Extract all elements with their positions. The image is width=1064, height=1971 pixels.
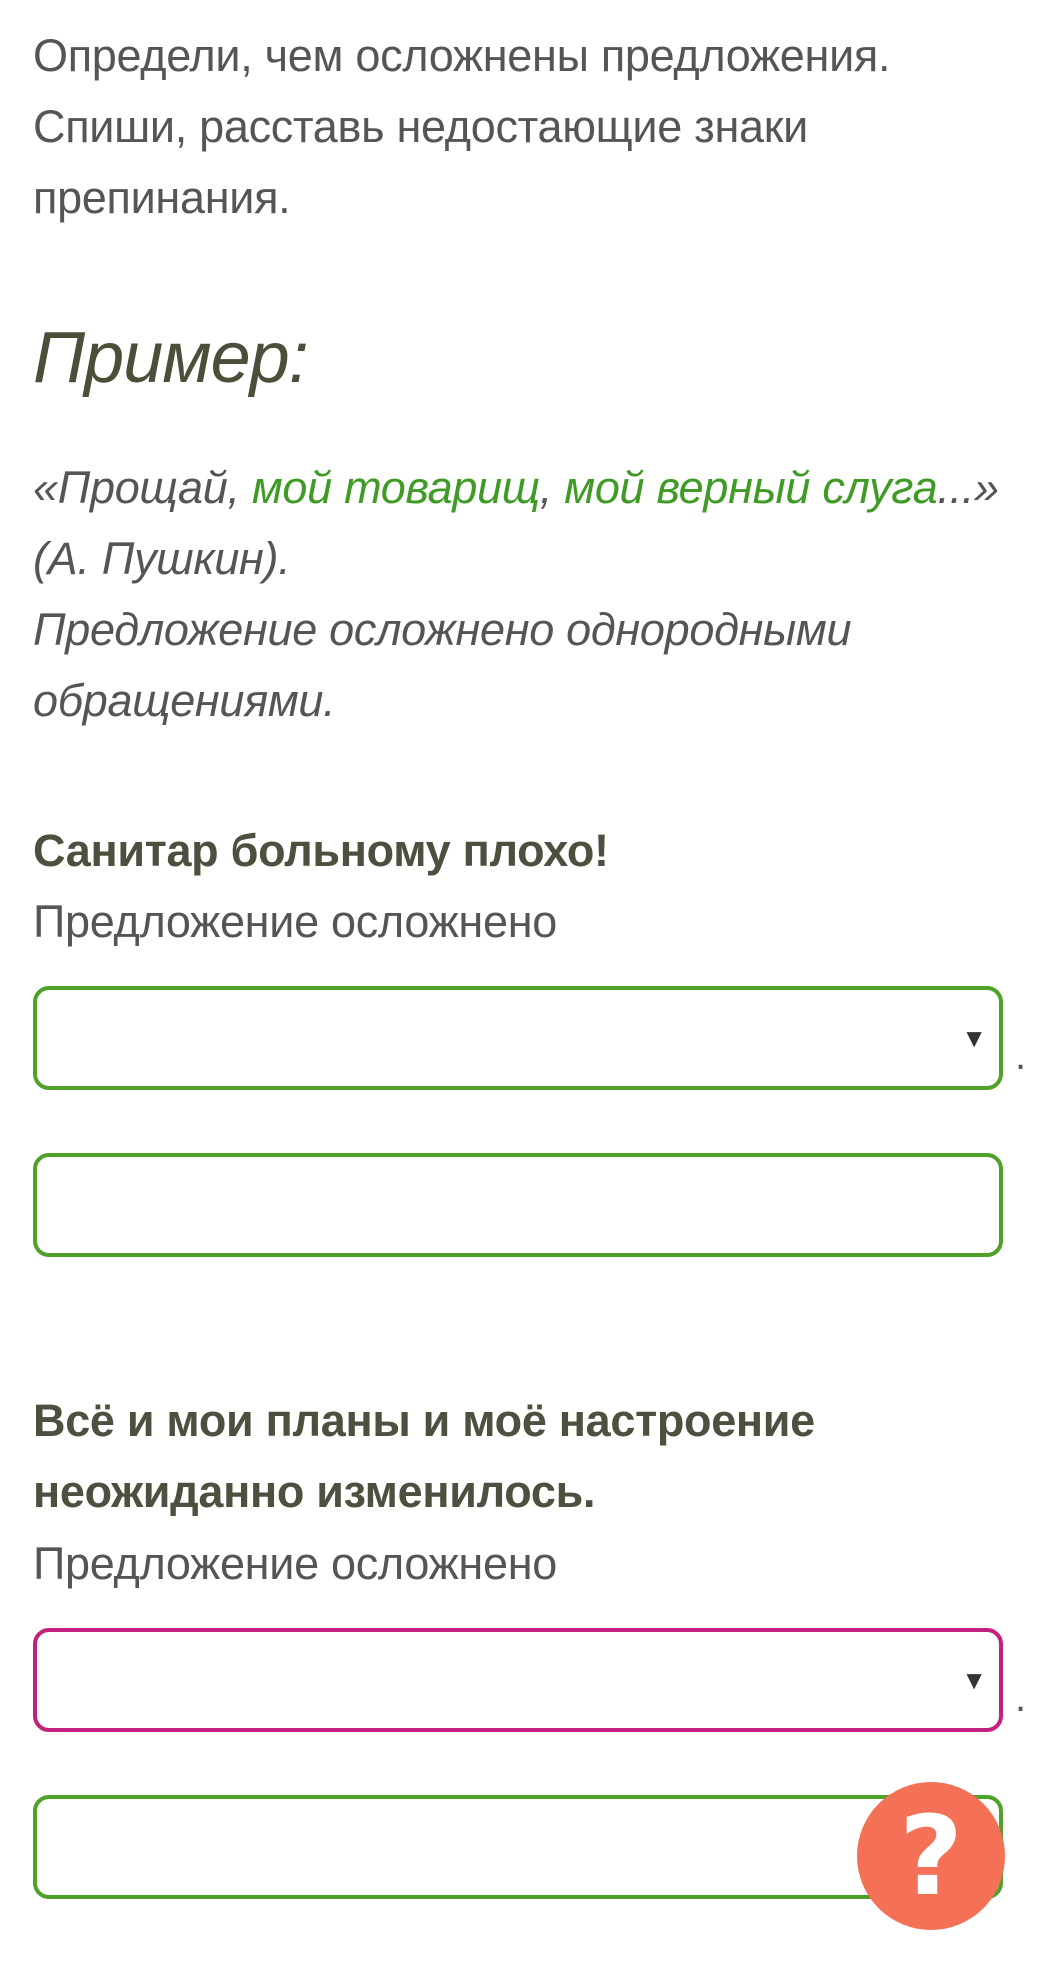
dropdown-arrow-icon: ▼ — [961, 1023, 987, 1053]
task-1-label: Предложение осложнено — [33, 896, 557, 947]
dropdown-arrow-icon: ▼ — [961, 1665, 987, 1695]
question-mark-icon: ? — [899, 1792, 963, 1920]
help-button[interactable]: ? — [857, 1782, 1005, 1930]
task-2-sentence: Всё и мои планы и моё настроение неожида… — [33, 1385, 1023, 1527]
highlighted-address: мой товарищ — [251, 462, 540, 513]
quote-text: ...» — [937, 462, 999, 513]
sentence-line: Всё и мои планы и моё настроение — [33, 1395, 815, 1446]
task-1-sentence: Санитар больному плохо! — [33, 815, 1023, 886]
task-2-label: Предложение осложнено — [33, 1538, 557, 1589]
example-block: «Прощай, мой товарищ, мой верный слуга..… — [33, 452, 1023, 736]
example-explanation: обращениями. — [33, 675, 336, 726]
example-heading: Пример: — [33, 318, 309, 398]
sentence-line: неожиданно изменилось. — [33, 1466, 596, 1517]
example-author: (А. Пушкин). — [33, 533, 291, 584]
task-1-answer-input[interactable] — [33, 1153, 1003, 1257]
instruction-line: препинания. — [33, 172, 291, 223]
task-2-period: . — [1015, 1676, 1027, 1720]
sentence-line: Санитар больному плохо! — [33, 825, 609, 876]
quote-text: «Прощай, — [33, 462, 252, 513]
example-quote: «Прощай, мой товарищ, мой верный слуга..… — [33, 452, 1023, 523]
task-1-complication-select[interactable]: ▼ — [33, 986, 1003, 1090]
task-1-period: . — [1015, 1034, 1027, 1078]
instruction-line: Определи, чем осложнены предложения. — [33, 30, 891, 81]
example-explanation: Предложение осложнено однородными — [33, 604, 852, 655]
quote-text: , — [539, 462, 565, 513]
task-2-complication-select[interactable]: ▼ — [33, 1628, 1003, 1732]
task-instruction: Определи, чем осложнены предложения. Спи… — [33, 20, 1023, 233]
highlighted-address: мой верный слуга — [564, 462, 938, 513]
instruction-line: Спиши, расставь недостающие знаки — [33, 101, 808, 152]
